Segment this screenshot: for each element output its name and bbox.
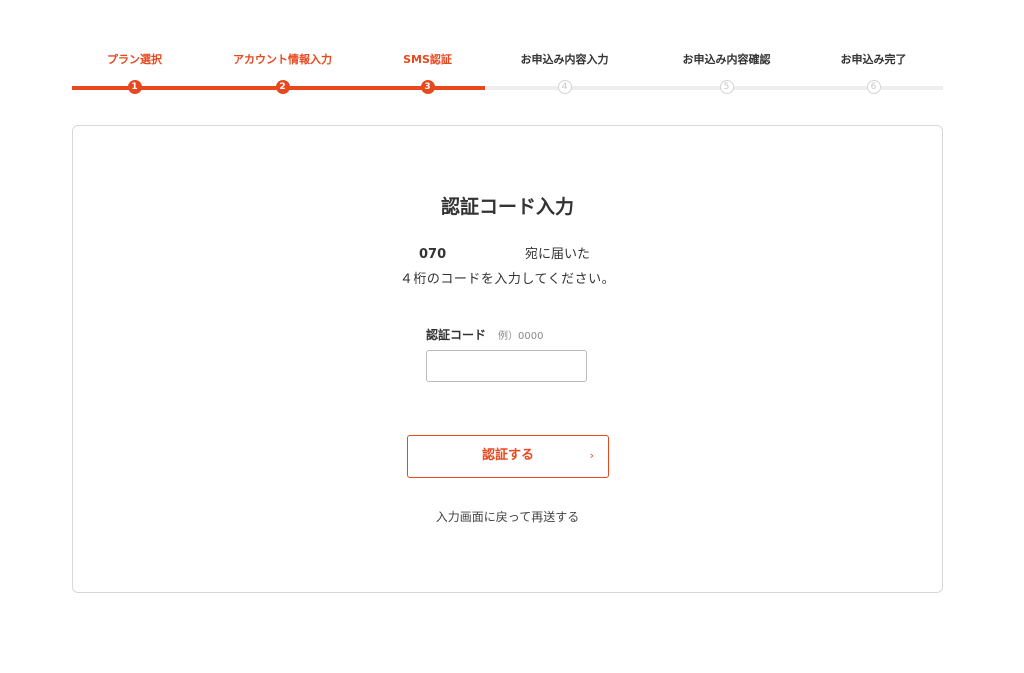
step-sms-verification: SMS認証 3 — [355, 52, 500, 94]
step-label: アカウント情報入力 — [233, 53, 332, 66]
step-application-complete: お申込み完了 6 — [801, 52, 946, 94]
instruction-text: ４桁のコードを入力してください。 — [399, 272, 616, 287]
step-label: お申込み内容確認 — [682, 53, 771, 66]
resend-back-link[interactable]: 入力画面に戻って再送する — [73, 508, 942, 526]
step-number-badge: 4 — [557, 80, 572, 94]
step-number-badge: 3 — [420, 80, 435, 94]
step-application-input: お申込み内容入力 4 — [492, 52, 637, 94]
step-label: お申込み完了 — [840, 53, 907, 66]
verify-button[interactable]: 認証する › — [407, 435, 609, 478]
step-label: プラン選択 — [107, 53, 162, 66]
phone-number-prefix: 070 — [419, 247, 447, 262]
step-label: お申込み内容入力 — [520, 53, 609, 66]
step-number-badge: 5 — [719, 80, 734, 94]
code-field-label-row: 認証コード 例）0000 — [426, 324, 544, 342]
page-title: 認証コード入力 — [440, 196, 574, 218]
step-number-badge: 6 — [866, 80, 881, 94]
step-number-badge: 1 — [127, 80, 142, 94]
step-application-confirm: お申込み内容確認 5 — [654, 52, 799, 94]
sent-to-suffix: 宛に届いた — [525, 247, 591, 262]
verification-code-input[interactable] — [426, 350, 587, 382]
sent-to-line: 070 宛に届いた — [73, 246, 942, 264]
verify-button-label: 認証する — [481, 448, 534, 463]
chevron-right-icon: › — [589, 449, 594, 462]
verification-card: 認証コード入力 070 宛に届いた ４桁のコードを入力してください。 認証コード… — [72, 125, 943, 593]
code-field-label: 認証コード — [426, 328, 487, 342]
step-number-badge: 2 — [275, 80, 290, 94]
progress-stepper: プラン選択 1 アカウント情報入力 2 SMS認証 3 お申込み内容入力 4 お… — [72, 52, 943, 96]
step-plan-select: プラン選択 1 — [62, 52, 207, 94]
step-label: SMS認証 — [403, 53, 452, 66]
sms-verification-page: プラン選択 1 アカウント情報入力 2 SMS認証 3 お申込み内容入力 4 お… — [0, 0, 1024, 673]
code-field-example: 例）0000 — [498, 331, 544, 342]
step-account-info: アカウント情報入力 2 — [210, 52, 355, 94]
